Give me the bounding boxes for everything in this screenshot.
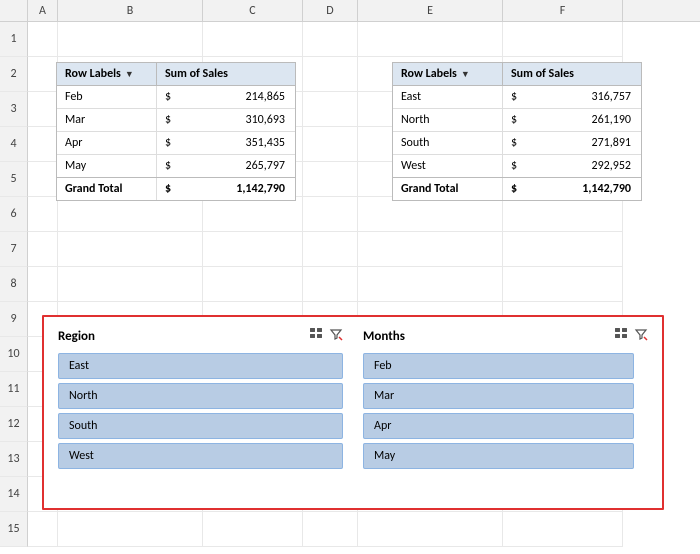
months-multiselect-icon[interactable] (614, 327, 628, 345)
corner-cell (0, 0, 28, 21)
pivot-right-header-value: Sum of Sales (503, 63, 641, 85)
column-headers: A B C D E F (0, 0, 700, 22)
pivot-right-cell-value-3: $ 292,952 (503, 155, 639, 177)
slicer-region: Region (58, 327, 343, 498)
pivot-left-header-label[interactable]: Row Labels ▼ (57, 63, 157, 85)
col-header-b: B (58, 0, 203, 21)
pivot-left-row-1: Mar $ 310,693 (57, 109, 295, 132)
row-7: 7 (0, 232, 700, 267)
pivot-left-row-0: Feb $ 214,865 (57, 86, 295, 109)
pivot-left-cell-value-2: $ 351,435 (157, 132, 293, 154)
col-header-c: C (203, 0, 303, 21)
pivot-right-grand-total-label: Grand Total (393, 178, 503, 200)
pivot-left-rows: Feb $ 214,865 Mar $ 310,693 Apr $ 351,43… (57, 86, 295, 177)
slicer-region-header: Region (58, 327, 343, 345)
slicer-region-items: East North South West (58, 353, 343, 498)
col-header-d: D (303, 0, 358, 21)
pivot-left-cell-label-1: Mar (57, 109, 157, 131)
months-filter-clear-icon[interactable] (634, 327, 648, 345)
col-header-e: E (358, 0, 503, 21)
pivot-left-grand-total-value: $ 1,142,790 (157, 178, 293, 200)
pivot-left-header-value: Sum of Sales (157, 63, 295, 85)
pivot-right-row-0: East $ 316,757 (393, 86, 641, 109)
pivot-left-grand-total-row: Grand Total $ 1,142,790 (57, 177, 295, 200)
slicer-months-icons (614, 327, 648, 345)
pivot-right-header-label[interactable]: Row Labels ▼ (393, 63, 503, 85)
pivot-right-dropdown-icon[interactable]: ▼ (461, 69, 470, 80)
pivot-right-grand-total-value: $ 1,142,790 (503, 178, 639, 200)
pivot-left-header-row: Row Labels ▼ Sum of Sales (57, 63, 295, 86)
pivot-right-row-1: North $ 261,190 (393, 109, 641, 132)
pivot-right-cell-value-0: $ 316,757 (503, 86, 639, 108)
region-multiselect-icon[interactable] (309, 327, 323, 345)
pivot-table-regions: Row Labels ▼ Sum of Sales East $ 316,757… (392, 62, 642, 201)
slicer-region-item-1[interactable]: North (58, 383, 343, 409)
pivot-left-header-value-text: Sum of Sales (165, 67, 228, 81)
pivot-right-cell-label-3: West (393, 155, 503, 177)
col-header-a: A (28, 0, 58, 21)
pivot-right-cell-value-2: $ 271,891 (503, 132, 639, 154)
pivot-right-rows: East $ 316,757 North $ 261,190 South $ 2… (393, 86, 641, 177)
slicer-months: Months (363, 327, 648, 498)
slicer-region-title: Region (58, 329, 95, 344)
row-8: 8 (0, 267, 700, 302)
slicer-months-header: Months (363, 327, 648, 345)
pivot-left-grand-total-label: Grand Total (57, 178, 157, 200)
pivot-left-row-3: May $ 265,797 (57, 155, 295, 177)
pivot-right-row-3: West $ 292,952 (393, 155, 641, 177)
slicer-months-item-3[interactable]: May (363, 443, 634, 469)
pivot-right-cell-label-0: East (393, 86, 503, 108)
slicer-region-item-3[interactable]: West (58, 443, 343, 469)
spreadsheet: A B C D E F 1 2 3 (0, 0, 700, 554)
pivot-left-dropdown-icon[interactable]: ▼ (125, 69, 134, 80)
pivot-right-header-label-text: Row Labels (401, 67, 457, 81)
pivot-left-cell-value-1: $ 310,693 (157, 109, 293, 131)
pivot-left-cell-value-3: $ 265,797 (157, 155, 293, 177)
pivot-right-header-value-text: Sum of Sales (511, 67, 574, 81)
pivot-left-row-2: Apr $ 351,435 (57, 132, 295, 155)
pivot-left-cell-value-0: $ 214,865 (157, 86, 293, 108)
slicer-months-item-1[interactable]: Mar (363, 383, 634, 409)
slicer-months-title: Months (363, 329, 405, 344)
slicer-region-icons (309, 327, 343, 345)
row-15: 15 (0, 512, 700, 547)
row-1: 1 (0, 22, 700, 57)
region-filter-clear-icon[interactable] (329, 327, 343, 345)
pivot-right-header-row: Row Labels ▼ Sum of Sales (393, 63, 641, 86)
pivot-right-cell-value-1: $ 261,190 (503, 109, 639, 131)
col-header-f: F (503, 0, 623, 21)
row-6: 6 (0, 197, 700, 232)
slicer-months-items: FebMarAprMay ▲ ▼ (363, 353, 648, 498)
pivot-right-grand-total-row: Grand Total $ 1,142,790 (393, 177, 641, 200)
pivot-left-header-label-text: Row Labels (65, 67, 121, 81)
pivot-left-cell-label-0: Feb (57, 86, 157, 108)
pivot-right-row-2: South $ 271,891 (393, 132, 641, 155)
pivot-left-cell-label-2: Apr (57, 132, 157, 154)
slicer-region-item-2[interactable]: South (58, 413, 343, 439)
pivot-table-months: Row Labels ▼ Sum of Sales Feb $ 214,865 … (56, 62, 296, 201)
pivot-left-cell-label-3: May (57, 155, 157, 177)
pivot-right-cell-label-1: North (393, 109, 503, 131)
slicer-months-item-0[interactable]: Feb (363, 353, 634, 379)
pivot-right-cell-label-2: South (393, 132, 503, 154)
slicer-months-item-2[interactable]: Apr (363, 413, 634, 439)
slicer-region-item-0[interactable]: East (58, 353, 343, 379)
slicer-panel: Region (42, 315, 664, 510)
